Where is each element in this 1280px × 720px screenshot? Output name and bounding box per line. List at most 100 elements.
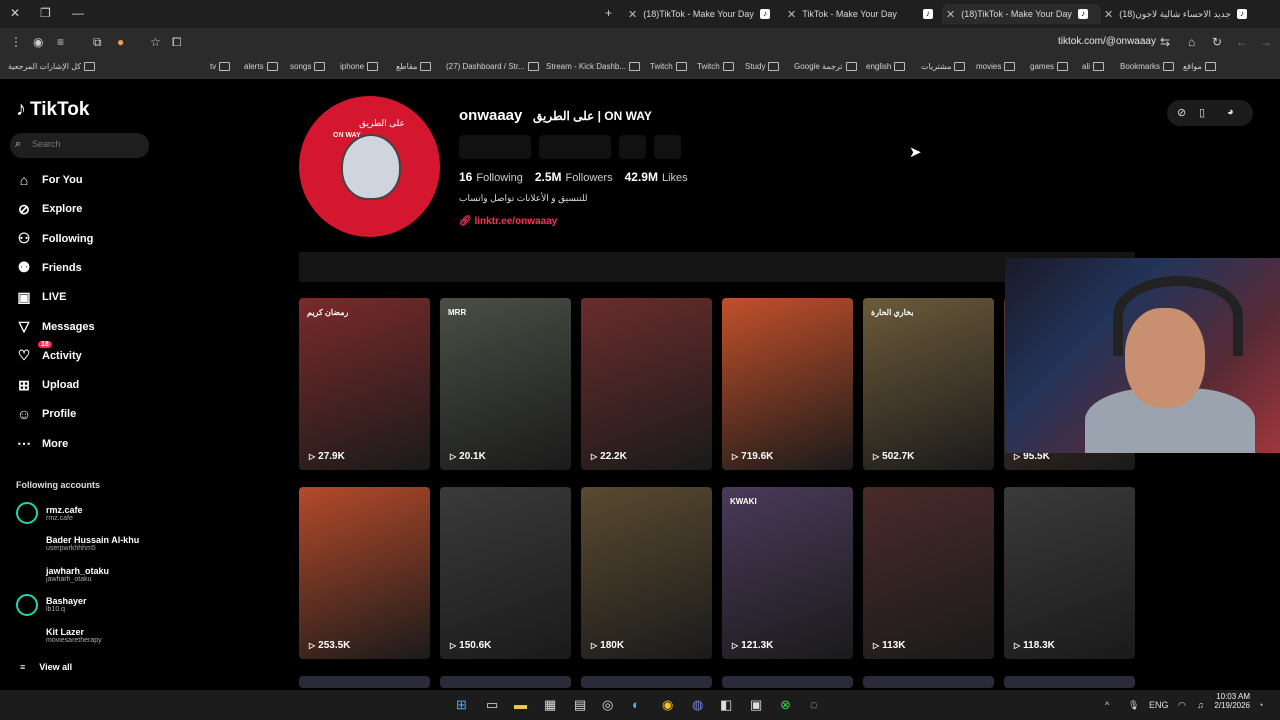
wifi-icon[interactable]: ◠ xyxy=(1178,700,1186,711)
menu-dots-icon[interactable]: ⋮ xyxy=(10,35,22,49)
extensions-icon[interactable]: ⧉ xyxy=(93,35,102,50)
video-thumbnail[interactable]: KWAKI ▷ 121.3K xyxy=(722,487,853,659)
bookmark-item[interactable]: Twitch xyxy=(697,62,734,72)
browser-tab-active[interactable]: ✕ (18)TikTok - Make Your Day ♪ xyxy=(942,4,1101,24)
notifications-icon[interactable]: ◔ xyxy=(1258,700,1263,710)
chrome-icon[interactable]: ◉ xyxy=(662,697,673,713)
bookmark-item[interactable]: مواقع xyxy=(1183,62,1216,72)
video-thumbnail[interactable] xyxy=(440,676,571,688)
site-settings-icon[interactable]: ⇆ xyxy=(1160,35,1170,49)
language-indicator[interactable]: ENG xyxy=(1149,700,1169,710)
bookmark-item[interactable]: iphone xyxy=(340,62,379,72)
video-thumbnail[interactable]: ▷ 180K xyxy=(581,487,712,659)
video-thumbnail[interactable] xyxy=(1004,676,1135,688)
search-input[interactable] xyxy=(30,138,144,150)
following-account-item[interactable]: Kit Lazer moviesaretherapy xyxy=(16,624,102,646)
video-thumbnail[interactable]: بخاري الحارة ▷ 502.7K xyxy=(863,298,994,470)
minimize-window-icon[interactable]: — xyxy=(72,6,84,20)
close-window-icon[interactable]: ✕ xyxy=(10,6,20,20)
following-account-item[interactable]: rmz.cafe rmz.cafe xyxy=(16,502,83,524)
message-button-placeholder[interactable] xyxy=(539,135,611,159)
user-avatar-icon[interactable]: ◕ xyxy=(1227,106,1234,118)
video-thumbnail[interactable] xyxy=(863,676,994,688)
profile-avatar[interactable]: على الطريق ON WAY xyxy=(299,96,440,237)
friends-button-placeholder[interactable] xyxy=(619,135,646,159)
video-thumbnail[interactable]: MRR ▷ 20.1K xyxy=(440,298,571,470)
video-thumbnail[interactable]: رمضان كريم ▷ 27.9K xyxy=(299,298,430,470)
url-bar[interactable]: tiktok.com/@onwaaay xyxy=(1058,36,1156,47)
bookmark-item[interactable]: songs xyxy=(290,62,326,72)
bookmark-item[interactable]: مقاطع xyxy=(396,62,432,72)
clock[interactable]: 10:03 AM 2/19/2026 xyxy=(1214,692,1250,710)
new-tab-icon[interactable]: + xyxy=(605,6,612,20)
bookmark-item[interactable]: Twitch xyxy=(650,62,687,72)
tray-chevron-icon[interactable]: ^ xyxy=(1105,700,1109,710)
extension-icon[interactable]: ● xyxy=(117,35,124,49)
browser-tab[interactable]: ✕ TikTok - Make Your Day ♪ xyxy=(787,4,937,24)
followers-stat[interactable]: 2.5M Followers xyxy=(535,170,613,184)
bookmark-item[interactable]: مشتريات xyxy=(921,62,966,72)
bookmark-item[interactable]: Study xyxy=(745,62,780,72)
sidebar-item-live[interactable]: ▣ LIVE xyxy=(16,286,66,308)
coins-icon[interactable]: ⊘ xyxy=(1177,106,1186,119)
following-stat[interactable]: 16 Following xyxy=(459,170,523,184)
following-account-item[interactable]: jawharh_otaku jawharh_otaku xyxy=(16,563,109,585)
video-thumbnail[interactable]: ▷ 150.6K xyxy=(440,487,571,659)
video-thumbnail[interactable]: ▷ 719.6K xyxy=(722,298,853,470)
forward-icon[interactable]: ← xyxy=(1236,35,1248,49)
file-explorer-icon[interactable]: ▬ xyxy=(514,697,527,712)
reload-icon[interactable]: ↻ xyxy=(1212,35,1222,49)
start-icon[interactable]: ⊞ xyxy=(456,697,467,713)
sidebar-item-following[interactable]: ⚇ Following xyxy=(16,228,94,250)
browser-tab[interactable]: ✕ (18)TikTok - Make Your Day ♪ xyxy=(628,4,778,24)
home-browser-icon[interactable]: ⌂ xyxy=(1188,35,1195,49)
profile-link[interactable]: 🔗︎ linktr.ee/onwaaay xyxy=(459,216,557,227)
following-account-item[interactable]: Bashayer lb10.q xyxy=(16,593,87,616)
volume-icon[interactable]: ♫ xyxy=(1197,700,1204,710)
sidebar-item-explore[interactable]: ⊘ Explore xyxy=(16,198,82,220)
steam-icon[interactable]: ◎ xyxy=(602,697,613,713)
sidebar-item-profile[interactable]: ☺ Profile xyxy=(16,403,76,425)
video-thumbnail[interactable] xyxy=(722,676,853,688)
bookmark-item[interactable]: alerts xyxy=(244,62,278,72)
bookmark-item[interactable]: tv xyxy=(210,62,231,72)
video-thumbnail[interactable]: ▷ 22.2K xyxy=(581,298,712,470)
bookmark-item[interactable]: Stream - Kick Dashb... xyxy=(546,62,641,72)
edge-icon[interactable]: ◐ xyxy=(632,697,640,712)
sidebar-item-activity[interactable]: ♡ 18 Activity xyxy=(16,340,82,367)
bookmark-item[interactable]: كل الإشارات المرجعية xyxy=(8,62,96,72)
app-icon[interactable]: ▤ xyxy=(574,697,586,713)
view-all-button[interactable]: ≡ View all xyxy=(20,662,72,672)
microphone-icon[interactable]: 🎙︎ xyxy=(1128,700,1139,711)
app3-icon[interactable]: ▣ xyxy=(750,697,762,713)
close-tab-icon[interactable]: ✕ xyxy=(787,8,796,21)
video-thumbnail[interactable]: ▷ 113K xyxy=(863,487,994,659)
bookmark-item[interactable]: (27) Dashboard / Str... xyxy=(446,62,539,72)
close-tab-icon[interactable]: ✕ xyxy=(628,8,637,21)
video-thumbnail[interactable] xyxy=(299,676,430,688)
bookmark-item[interactable]: english xyxy=(866,62,906,72)
store-icon[interactable]: ▦ xyxy=(544,697,556,713)
bookmark-item[interactable]: Bookmarks xyxy=(1120,62,1175,72)
sidebar-item-more[interactable]: ⋯ More xyxy=(16,433,68,455)
xbox-icon[interactable]: ⊗ xyxy=(780,697,791,713)
sidebar-item-messages[interactable]: ▽ Messages xyxy=(16,316,95,338)
video-thumbnail[interactable]: ▷ 118.3K xyxy=(1004,487,1135,659)
close-tab-icon[interactable]: ✕ xyxy=(946,8,955,21)
bookmark-item[interactable]: games xyxy=(1030,62,1069,72)
bookmark-item[interactable]: ali xyxy=(1082,62,1105,72)
account-icon[interactable]: ◉ xyxy=(33,35,43,49)
sidebar-item-friends[interactable]: ⚉ Friends xyxy=(16,257,82,279)
browser-tab[interactable]: ✕ (18)جديد الاحساء شالية لاجون ♪ xyxy=(1104,4,1254,24)
close-tab-icon[interactable]: ✕ xyxy=(1104,8,1113,21)
sidebar-item-upload[interactable]: ⊞ Upload xyxy=(16,374,79,396)
back-icon[interactable]: → xyxy=(1260,35,1272,49)
search-box[interactable]: ⌕ xyxy=(10,133,149,158)
following-account-item[interactable]: Bader Hussain Al-khu userpwrkhhhm5 xyxy=(16,533,139,555)
video-thumbnail[interactable]: ▷ 253.5K xyxy=(299,487,430,659)
install-app-icon[interactable]: ⧠ xyxy=(172,35,182,50)
media-icon[interactable]: ≡ xyxy=(57,35,64,49)
discord-icon[interactable]: ◍ xyxy=(692,697,703,713)
sidebar-item-for-you[interactable]: ⌂ For You xyxy=(16,169,83,191)
tiktok-logo[interactable]: ♪ TikTok xyxy=(16,98,89,121)
